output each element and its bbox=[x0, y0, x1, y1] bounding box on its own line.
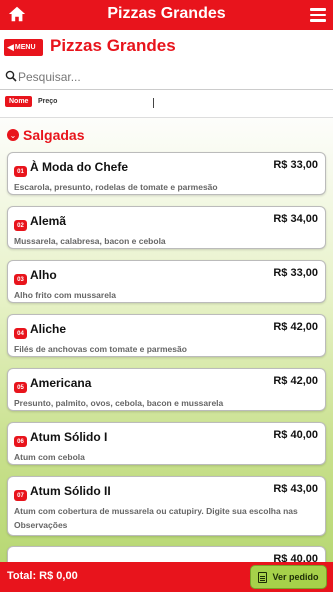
item-price: R$ 40,00 bbox=[273, 553, 318, 562]
list-item[interactable]: R$ 40,00 bbox=[7, 546, 326, 562]
section-label: Salgadas bbox=[23, 127, 85, 143]
list-item[interactable]: 02 Alemã R$ 34,00 Mussarela, calabresa, … bbox=[7, 206, 326, 249]
item-description: Filés de anchovas com tomate e parmesão bbox=[14, 344, 187, 354]
sort-by-price-button[interactable]: Preço bbox=[38, 98, 57, 105]
item-number-badge: 01 bbox=[14, 166, 27, 177]
product-list: ⌄ Salgadas 01 À Moda do Chefe R$ 33,00 E… bbox=[0, 118, 333, 562]
item-name: Atum Sólido II bbox=[30, 484, 111, 498]
view-order-button[interactable]: Ver pedido bbox=[250, 565, 327, 589]
item-number-badge: 05 bbox=[14, 382, 27, 393]
arrow-left-icon: ◀ bbox=[7, 42, 14, 52]
sort-bar: Nome Preço bbox=[0, 90, 333, 118]
item-name: Aliche bbox=[30, 322, 67, 336]
item-description: Presunto, palmito, ovos, cebola, bacon e… bbox=[14, 398, 224, 408]
top-bar: Pizzas Grandes bbox=[0, 0, 333, 30]
item-name: Americana bbox=[30, 376, 92, 390]
app-title: Pizzas Grandes bbox=[107, 5, 226, 22]
item-price: R$ 34,00 bbox=[273, 213, 318, 225]
list-item[interactable]: 06 Atum Sólido I R$ 40,00 Atum com cebol… bbox=[7, 422, 326, 465]
list-item[interactable]: 05 Americana R$ 42,00 Presunto, palmito,… bbox=[7, 368, 326, 411]
item-number-badge: 07 bbox=[14, 490, 27, 501]
item-description: Escarola, presunto, rodelas de tomate e … bbox=[14, 182, 218, 192]
item-price: R$ 43,00 bbox=[273, 483, 318, 495]
item-name: À Moda do Chefe bbox=[30, 160, 128, 174]
item-number-badge: 03 bbox=[14, 274, 27, 285]
back-to-menu-button[interactable]: ◀ MENU bbox=[4, 39, 43, 56]
divider bbox=[153, 98, 154, 108]
item-number-badge: 02 bbox=[14, 220, 27, 231]
page-title: Pizzas Grandes bbox=[50, 36, 176, 55]
item-price: R$ 42,00 bbox=[273, 375, 318, 387]
list-item[interactable]: 03 Alho R$ 33,00 Alho frito com mussarel… bbox=[7, 260, 326, 303]
sort-by-name-button[interactable]: Nome bbox=[5, 96, 33, 107]
page-header: ◀ MENU Pizzas Grandes bbox=[0, 30, 333, 64]
item-description: Alho frito com mussarela bbox=[14, 290, 117, 300]
footer-bar: Total: R$ 0,00 Ver pedido bbox=[0, 562, 333, 592]
item-price: R$ 33,00 bbox=[273, 159, 318, 171]
item-name: Alho bbox=[30, 268, 57, 282]
view-order-label: Ver pedido bbox=[272, 572, 319, 582]
list-item[interactable]: 07 Atum Sólido II R$ 43,00 Atum com cobe… bbox=[7, 476, 326, 536]
item-description: Atum com cebola bbox=[14, 452, 85, 462]
search-bar bbox=[0, 64, 333, 90]
item-number-badge: 06 bbox=[14, 436, 27, 447]
list-item[interactable]: 04 Aliche R$ 42,00 Filés de anchovas com… bbox=[7, 314, 326, 357]
item-name: Alemã bbox=[30, 214, 67, 228]
item-number-badge: 04 bbox=[14, 328, 27, 339]
item-price: R$ 33,00 bbox=[273, 267, 318, 279]
item-description: Atum com cobertura de mussarela ou catup… bbox=[14, 506, 298, 530]
hamburger-menu-icon[interactable] bbox=[310, 8, 326, 22]
list-item[interactable]: 01 À Moda do Chefe R$ 33,00 Escarola, pr… bbox=[7, 152, 326, 195]
search-input[interactable] bbox=[18, 67, 318, 87]
back-button-label: MENU bbox=[14, 44, 36, 51]
item-description: Mussarela, calabresa, bacon e cebola bbox=[14, 236, 166, 246]
item-name: Atum Sólido I bbox=[30, 430, 108, 444]
section-header-salgadas[interactable]: ⌄ Salgadas bbox=[7, 126, 84, 144]
search-icon bbox=[5, 70, 17, 82]
document-icon bbox=[258, 571, 268, 583]
order-total: Total: R$ 0,00 bbox=[7, 570, 78, 582]
item-price: R$ 40,00 bbox=[273, 429, 318, 441]
chevron-down-icon: ⌄ bbox=[7, 129, 19, 141]
item-price: R$ 42,00 bbox=[273, 321, 318, 333]
